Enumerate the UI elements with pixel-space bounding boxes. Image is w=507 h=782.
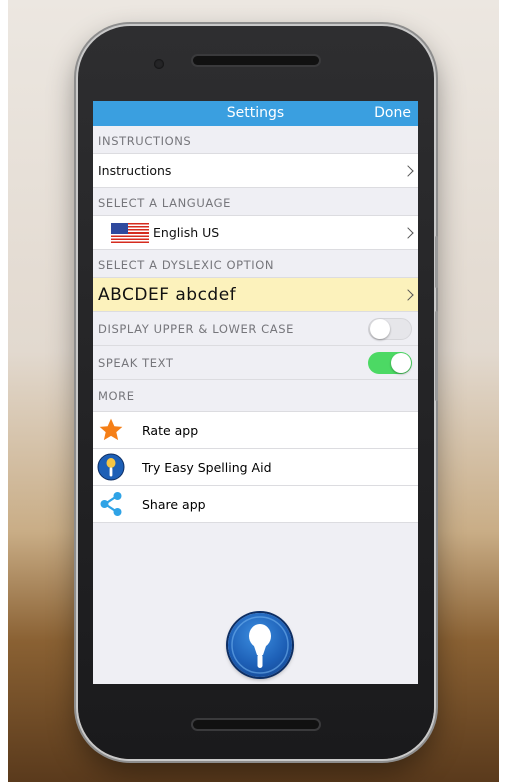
share-icon [97, 490, 125, 518]
section-header-dyslexic: SELECT A DYSLEXIC OPTION [93, 250, 418, 278]
rate-app-label: Rate app [142, 422, 199, 438]
chevron-right-icon [402, 164, 414, 177]
phone-frame: Settings Done INSTRUCTIONS Instructions … [78, 26, 438, 759]
dyslexic-option-row[interactable]: ABCDEF abcdef [93, 278, 418, 312]
section-header-language: SELECT A LANGUAGE [93, 188, 418, 216]
section-header-instructions: INSTRUCTIONS [93, 126, 418, 154]
chevron-right-icon [402, 226, 414, 239]
upper-lower-case-label: DISPLAY UPPER & LOWER CASE [98, 321, 295, 336]
front-camera [154, 59, 164, 69]
top-speaker [193, 56, 319, 65]
background-edge-right [499, 0, 507, 782]
toggle-knob [391, 353, 411, 373]
us-flag-icon [111, 222, 149, 243]
speak-text-toggle[interactable] [368, 352, 412, 374]
rate-app-row[interactable]: Rate app [93, 412, 418, 449]
navigation-bar: Settings Done [93, 101, 418, 126]
instructions-row[interactable]: Instructions [93, 154, 418, 188]
microphone-button[interactable] [228, 613, 292, 677]
share-app-row[interactable]: Share app [93, 486, 418, 523]
microphone-icon [231, 616, 289, 674]
instructions-label: Instructions [98, 163, 172, 178]
speak-text-row: SPEAK TEXT [93, 346, 418, 380]
bottom-speaker [193, 720, 319, 729]
microphone-icon [97, 453, 125, 481]
try-easy-spelling-aid-label: Try Easy Spelling Aid [142, 459, 272, 475]
chevron-right-icon [402, 288, 414, 301]
power-button [435, 236, 438, 288]
language-row[interactable]: English US [93, 216, 418, 250]
done-button[interactable]: Done [374, 101, 411, 126]
app-screen: Settings Done INSTRUCTIONS Instructions … [93, 101, 418, 684]
language-label: English US [153, 225, 220, 240]
try-easy-spelling-aid-row[interactable]: Try Easy Spelling Aid [93, 449, 418, 486]
star-icon [97, 416, 125, 444]
upper-lower-case-row: DISPLAY UPPER & LOWER CASE [93, 312, 418, 346]
speak-text-label: SPEAK TEXT [98, 355, 174, 370]
volume-button [435, 311, 438, 401]
section-header-more: MORE [93, 380, 418, 412]
dyslexic-sample-label: ABCDEF abcdef [98, 284, 237, 305]
upper-lower-case-toggle[interactable] [368, 318, 412, 340]
page-title: Settings [226, 105, 285, 121]
share-app-label: Share app [142, 496, 206, 512]
toggle-knob [370, 319, 390, 339]
background-edge-left [0, 0, 8, 782]
